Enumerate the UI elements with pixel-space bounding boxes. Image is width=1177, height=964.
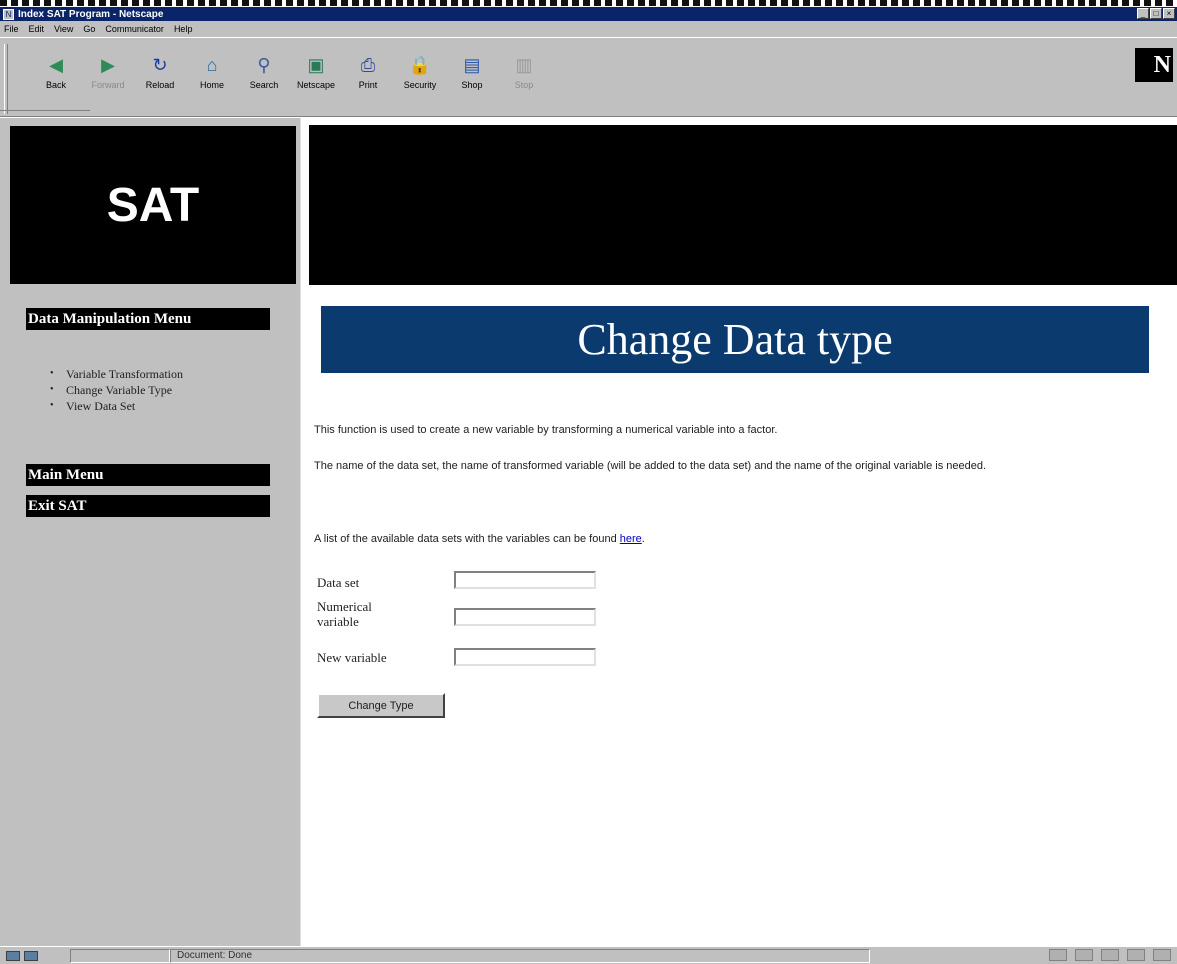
security-status-icon[interactable] xyxy=(24,950,38,961)
menu-view[interactable]: View xyxy=(54,24,73,34)
status-icons xyxy=(0,949,70,963)
data-manipulation-menu-heading: Data Manipulation Menu xyxy=(26,308,270,330)
address-book-icon[interactable] xyxy=(1127,949,1145,961)
new-variable-label: New variable xyxy=(317,650,387,665)
stop-button[interactable]: ▥ Stop xyxy=(498,54,550,114)
toolbar-grip[interactable] xyxy=(4,44,8,114)
main-content: Change Data type This function is used t… xyxy=(309,285,1177,946)
window-title: Index SAT Program - Netscape xyxy=(18,8,164,20)
menu-item-view-data-set[interactable]: View Data Set xyxy=(50,398,183,414)
requirements-paragraph: The name of the data set, the name of tr… xyxy=(314,460,987,472)
exit-sat-link[interactable]: Exit SAT xyxy=(26,495,270,517)
datasets-period: . xyxy=(641,533,645,545)
menu-bar: File Edit View Go Communicator Help xyxy=(0,21,1177,37)
perforated-border xyxy=(0,0,1177,6)
stop-icon: ▥ xyxy=(515,54,533,75)
new-variable-input[interactable] xyxy=(454,648,596,666)
menu-file[interactable]: File xyxy=(4,24,19,34)
reload-button[interactable]: ↻ Reload xyxy=(134,54,186,114)
back-label: Back xyxy=(45,80,66,90)
sat-logo-text: SAT xyxy=(106,178,200,232)
menu-edit[interactable]: Edit xyxy=(29,24,45,34)
security-label: Security xyxy=(403,80,437,90)
data-set-label: Data set xyxy=(317,575,360,590)
description-paragraph: This function is used to create a new va… xyxy=(314,424,778,436)
search-label: Search xyxy=(249,80,279,90)
forward-button[interactable]: ▶ Forward xyxy=(82,54,134,114)
status-bar: Document: Done xyxy=(0,946,1177,964)
netscape-logo[interactable]: N xyxy=(1135,48,1173,82)
menu-go[interactable]: Go xyxy=(83,24,95,34)
netscape-app-icon[interactable]: N xyxy=(3,8,14,20)
netscape-icon: ▣ xyxy=(307,54,325,75)
status-text: Document: Done xyxy=(170,948,870,963)
navigator-icon[interactable] xyxy=(1049,949,1067,961)
window-controls: _ □ × xyxy=(1137,8,1175,19)
numerical-label-line1: Numerical xyxy=(317,599,372,614)
window-title-bar: N Index SAT Program - Netscape _ □ × xyxy=(0,7,1177,21)
main-menu-link[interactable]: Main Menu xyxy=(26,464,270,486)
home-label: Home xyxy=(199,80,224,90)
page-heading: Change Data type xyxy=(321,306,1149,373)
stop-label: Stop xyxy=(514,80,534,90)
data-manipulation-list: Variable Transformation Change Variable … xyxy=(50,366,183,414)
component-bar xyxy=(1049,949,1171,961)
here-link[interactable]: here xyxy=(620,533,642,545)
search-button[interactable]: ⚲ Search xyxy=(238,54,290,114)
page-title: Change Data type xyxy=(577,315,893,364)
location-toolbar-tab[interactable] xyxy=(0,110,90,118)
numerical-variable-label: Numerical variable xyxy=(317,599,372,629)
datasets-text: A list of the available data sets with t… xyxy=(314,533,620,545)
connection-icon xyxy=(6,950,20,961)
navigation-toolbar: ◀ Back ▶ Forward ↻ Reload ⌂ Home ⚲ Search ▣ Netscap… xyxy=(0,37,1177,117)
reload-label: Reload xyxy=(145,80,175,90)
forward-label: Forward xyxy=(91,80,125,90)
sat-logo: SAT xyxy=(10,126,296,284)
menu-item-change-variable-type[interactable]: Change Variable Type xyxy=(50,382,183,398)
mail-icon[interactable] xyxy=(1075,949,1093,961)
left-frame: SAT Data Manipulation Menu Variable Tran… xyxy=(0,118,300,946)
forward-arrow-icon: ▶ xyxy=(101,54,115,75)
composer-icon[interactable] xyxy=(1153,949,1171,961)
reload-icon: ↻ xyxy=(152,54,168,75)
home-button[interactable]: ⌂ Home xyxy=(186,54,238,114)
menu-item-variable-transformation[interactable]: Variable Transformation xyxy=(50,366,183,382)
shop-button[interactable]: ▤ Shop xyxy=(446,54,498,114)
maximize-button[interactable]: □ xyxy=(1150,8,1162,19)
numerical-variable-input[interactable] xyxy=(454,608,596,626)
print-button[interactable]: ⎙ Print xyxy=(342,54,394,114)
change-type-button[interactable]: Change Type xyxy=(317,693,445,718)
netscape-button[interactable]: ▣ Netscape xyxy=(290,54,342,114)
security-icon: 🔒 xyxy=(408,54,432,75)
minimize-button[interactable]: _ xyxy=(1137,8,1149,19)
progress-cell xyxy=(70,948,170,963)
back-arrow-icon: ◀ xyxy=(49,54,63,75)
shop-label: Shop xyxy=(461,80,483,90)
home-icon: ⌂ xyxy=(206,54,218,75)
menu-communicator[interactable]: Communicator xyxy=(105,24,164,34)
search-icon: ⚲ xyxy=(257,54,271,75)
newsgroup-icon[interactable] xyxy=(1101,949,1119,961)
top-banner xyxy=(309,125,1177,285)
close-button[interactable]: × xyxy=(1163,8,1175,19)
security-button[interactable]: 🔒 Security xyxy=(394,54,446,114)
netscape-label: Netscape xyxy=(296,80,336,90)
numerical-label-line2: variable xyxy=(317,614,359,629)
toolbar-buttons: ◀ Back ▶ Forward ↻ Reload ⌂ Home ⚲ Search ▣ Netscap… xyxy=(30,54,550,114)
shop-icon: ▤ xyxy=(463,54,481,75)
frame-divider[interactable] xyxy=(300,118,309,946)
data-set-input[interactable] xyxy=(454,571,596,589)
back-button[interactable]: ◀ Back xyxy=(30,54,82,114)
menu-help[interactable]: Help xyxy=(174,24,193,34)
print-icon: ⎙ xyxy=(360,54,376,75)
datasets-paragraph: A list of the available data sets with t… xyxy=(314,532,1154,547)
print-label: Print xyxy=(358,80,378,90)
